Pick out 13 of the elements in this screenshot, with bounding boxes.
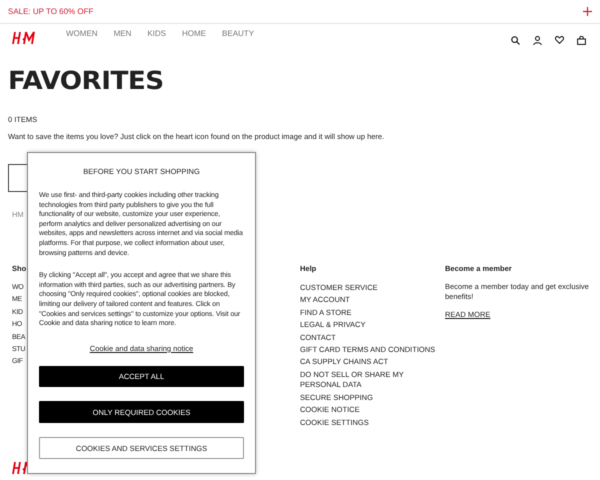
nav-link[interactable]: MEN: [114, 29, 132, 39]
nav-link[interactable]: HOME: [182, 29, 206, 39]
page-title: FAVORITES: [8, 66, 164, 95]
promo-link[interactable]: SALE: UP TO 60% OFF: [8, 7, 94, 16]
nav-link[interactable]: BEAUTY: [222, 29, 254, 39]
search-icon[interactable]: [511, 36, 520, 45]
nav-link[interactable]: KIDS: [147, 29, 166, 39]
nav-link[interactable]: WOMEN: [66, 29, 98, 39]
heart-icon[interactable]: [555, 36, 564, 44]
account-icon[interactable]: [533, 36, 542, 45]
plus-icon[interactable]: [583, 7, 592, 16]
bag-icon[interactable]: [577, 36, 586, 45]
logo-icon[interactable]: [12, 30, 36, 46]
